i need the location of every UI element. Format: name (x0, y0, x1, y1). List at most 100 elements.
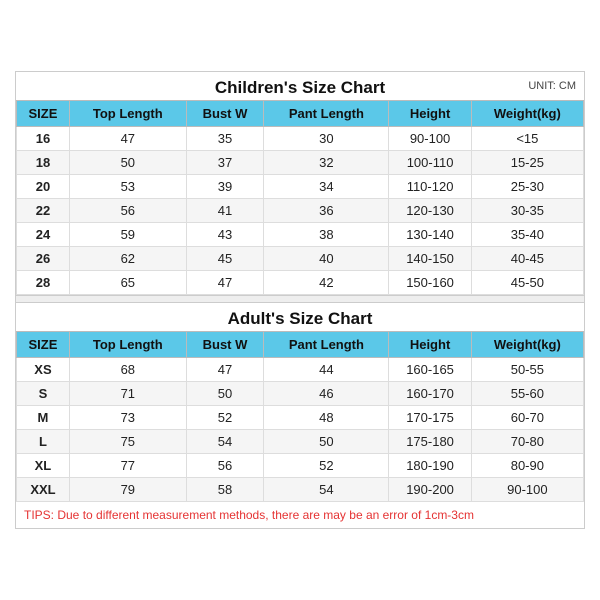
table-cell: 50-55 (471, 358, 583, 382)
table-cell: 150-160 (389, 271, 471, 295)
adult-title: Adult's Size Chart (228, 309, 373, 328)
table-cell: 65 (69, 271, 186, 295)
table-cell: 71 (69, 382, 186, 406)
adult-table: SIZE Top Length Bust W Pant Length Heigh… (16, 331, 584, 502)
table-cell: 59 (69, 223, 186, 247)
table-cell: 160-170 (389, 382, 471, 406)
table-cell: 26 (17, 247, 70, 271)
table-cell: 77 (69, 454, 186, 478)
table-cell: 47 (69, 127, 186, 151)
table-row: 20533934110-12025-30 (17, 175, 584, 199)
table-row: S715046160-17055-60 (17, 382, 584, 406)
table-row: XXL795854190-20090-100 (17, 478, 584, 502)
table-cell: 56 (69, 199, 186, 223)
table-cell: 32 (264, 151, 389, 175)
col-header-top-length: Top Length (69, 101, 186, 127)
adult-title-row: Adult's Size Chart (16, 303, 584, 331)
table-cell: 43 (186, 223, 264, 247)
table-cell: 56 (186, 454, 264, 478)
table-cell: 55-60 (471, 382, 583, 406)
adult-col-header-size: SIZE (17, 332, 70, 358)
table-cell: 100-110 (389, 151, 471, 175)
tips-row: TIPS: Due to different measurement metho… (16, 502, 584, 528)
table-cell: 37 (186, 151, 264, 175)
table-cell: L (17, 430, 70, 454)
table-cell: 58 (186, 478, 264, 502)
table-cell: 50 (264, 430, 389, 454)
table-row: XL775652180-19080-90 (17, 454, 584, 478)
table-cell: 15-25 (471, 151, 583, 175)
table-cell: 18 (17, 151, 70, 175)
table-cell: 90-100 (389, 127, 471, 151)
table-cell: 52 (264, 454, 389, 478)
adult-col-header-pant-length: Pant Length (264, 332, 389, 358)
table-cell: 38 (264, 223, 389, 247)
col-header-size: SIZE (17, 101, 70, 127)
table-cell: 190-200 (389, 478, 471, 502)
table-cell: 47 (186, 271, 264, 295)
unit-label: UNIT: CM (528, 80, 576, 92)
table-cell: 73 (69, 406, 186, 430)
table-cell: 25-30 (471, 175, 583, 199)
table-cell: 30-35 (471, 199, 583, 223)
table-cell: 50 (69, 151, 186, 175)
table-cell: 80-90 (471, 454, 583, 478)
table-cell: 47 (186, 358, 264, 382)
table-cell: 22 (17, 199, 70, 223)
table-cell: 34 (264, 175, 389, 199)
table-cell: 20 (17, 175, 70, 199)
table-cell: 62 (69, 247, 186, 271)
table-cell: 130-140 (389, 223, 471, 247)
table-cell: 35-40 (471, 223, 583, 247)
adult-header-row: SIZE Top Length Bust W Pant Length Heigh… (17, 332, 584, 358)
table-row: 26624540140-15040-45 (17, 247, 584, 271)
table-cell: S (17, 382, 70, 406)
adult-col-header-height: Height (389, 332, 471, 358)
children-title: Children's Size Chart (215, 78, 385, 97)
table-cell: 54 (264, 478, 389, 502)
table-row: 28654742150-16045-50 (17, 271, 584, 295)
table-cell: 54 (186, 430, 264, 454)
table-cell: 40 (264, 247, 389, 271)
table-cell: 36 (264, 199, 389, 223)
table-cell: 160-165 (389, 358, 471, 382)
table-cell: 16 (17, 127, 70, 151)
table-cell: XL (17, 454, 70, 478)
col-header-height: Height (389, 101, 471, 127)
table-cell: 140-150 (389, 247, 471, 271)
table-row: M735248170-17560-70 (17, 406, 584, 430)
table-row: L755450175-18070-80 (17, 430, 584, 454)
table-cell: 39 (186, 175, 264, 199)
table-cell: 52 (186, 406, 264, 430)
children-title-row: Children's Size Chart UNIT: CM (16, 72, 584, 100)
table-cell: 53 (69, 175, 186, 199)
adult-col-header-bust-w: Bust W (186, 332, 264, 358)
children-header-row: SIZE Top Length Bust W Pant Length Heigh… (17, 101, 584, 127)
adult-col-header-weight: Weight(kg) (471, 332, 583, 358)
table-cell: 120-130 (389, 199, 471, 223)
table-cell: 24 (17, 223, 70, 247)
table-cell: M (17, 406, 70, 430)
col-header-bust-w: Bust W (186, 101, 264, 127)
table-cell: 180-190 (389, 454, 471, 478)
table-cell: 46 (264, 382, 389, 406)
table-cell: 170-175 (389, 406, 471, 430)
table-cell: 35 (186, 127, 264, 151)
col-header-pant-length: Pant Length (264, 101, 389, 127)
table-cell: 45-50 (471, 271, 583, 295)
size-chart-container: Children's Size Chart UNIT: CM SIZE Top … (15, 71, 585, 529)
table-cell: 45 (186, 247, 264, 271)
tips-text: TIPS: Due to different measurement metho… (24, 508, 474, 522)
adult-col-header-top-length: Top Length (69, 332, 186, 358)
table-cell: 28 (17, 271, 70, 295)
table-cell: 175-180 (389, 430, 471, 454)
table-cell: XS (17, 358, 70, 382)
section-divider (16, 295, 584, 303)
table-cell: 90-100 (471, 478, 583, 502)
table-cell: 68 (69, 358, 186, 382)
col-header-weight: Weight(kg) (471, 101, 583, 127)
table-cell: 30 (264, 127, 389, 151)
table-cell: 110-120 (389, 175, 471, 199)
table-row: 22564136120-13030-35 (17, 199, 584, 223)
table-cell: 79 (69, 478, 186, 502)
